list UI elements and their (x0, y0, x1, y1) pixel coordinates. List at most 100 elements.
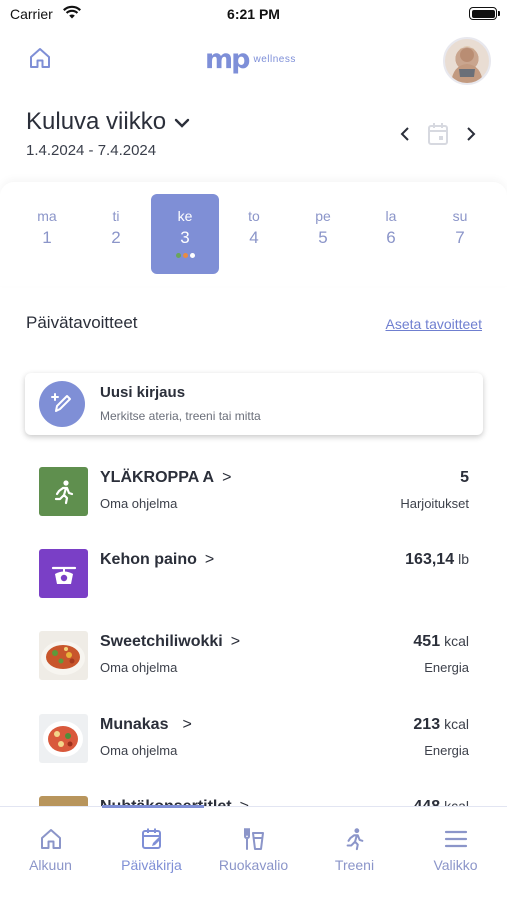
day-saturday[interactable]: la 6 (357, 194, 425, 274)
day-wednesday[interactable]: ke 3 (151, 194, 219, 274)
entry-value: 163,14 lb (405, 551, 469, 569)
entry-name: Munakas > (100, 716, 192, 734)
run-icon (39, 467, 88, 516)
battery-icon (469, 7, 500, 20)
entry-row-meal[interactable]: Sweetchiliwokki > Oma ohjelma 451 kcal Ene… (0, 631, 507, 691)
week-selector: Kuluva viikko 1.4.2024 - 7.4.2024 (26, 108, 190, 159)
diary-icon (141, 828, 161, 849)
day-number: 5 (318, 228, 328, 247)
active-tab-indicator (102, 805, 204, 808)
entry-value-label: Energia (424, 660, 469, 675)
clock: 6:21 PM (227, 6, 280, 22)
chevron-right-icon: > (240, 798, 249, 806)
new-entry-title: Uusi kirjaus (100, 384, 186, 401)
chevron-right-icon (467, 127, 476, 141)
entry-name: Sweetchiliwokki > (100, 633, 240, 651)
entry-name-text: YLÄKROPPA A (100, 469, 215, 486)
entry-value-number: 213 (413, 716, 441, 733)
day-number: 2 (111, 228, 121, 247)
day-friday[interactable]: pe 5 (289, 194, 357, 274)
previous-week-button[interactable] (395, 122, 415, 146)
tab-menu[interactable]: Valikko (405, 825, 506, 873)
entry-value-unit: kcal (444, 716, 469, 732)
tab-home[interactable]: Alkuun (0, 825, 101, 873)
entry-value-number: 5 (460, 469, 469, 486)
day-name: la (385, 208, 397, 224)
avatar[interactable] (443, 37, 491, 85)
scale-icon (39, 549, 88, 598)
entry-name-text: Munakas (100, 716, 169, 733)
daily-goals-title: Päivätavoitteet (26, 313, 138, 332)
next-week-button[interactable] (461, 122, 481, 146)
new-entry-icon-circle (39, 381, 85, 427)
menu-icon (444, 830, 467, 848)
entry-subtitle: Oma ohjelma (100, 743, 178, 758)
entry-value-label: Energia (424, 743, 469, 758)
entry-value-number: 163,14 (405, 551, 455, 568)
day-thursday[interactable]: to 4 (220, 194, 288, 274)
day-number: 7 (455, 228, 465, 247)
week-title: Kuluva viikko (26, 108, 167, 135)
entry-value-unit: kcal (444, 633, 469, 649)
day-activity-dots (151, 253, 219, 258)
cutlery-icon (243, 828, 264, 850)
dot-green (175, 253, 181, 258)
entry-value-label: Harjoitukset (400, 496, 469, 511)
avatar-image (451, 46, 483, 83)
entry-name-text: Kehon paino (100, 551, 197, 568)
tab-label: Treeni (334, 857, 375, 873)
entry-subtitle: Oma ohjelma (100, 660, 178, 675)
food-photo (39, 714, 88, 763)
entry-value: 5 (460, 469, 469, 487)
chevron-down-icon (174, 118, 190, 128)
entry-row-weight[interactable]: Kehon paino > 163,14 lb (0, 549, 507, 609)
entry-row-meal-partial[interactable]: Nubtäkonsertitlet> 448kcal (0, 796, 507, 806)
new-entry-card[interactable]: Uusi kirjaus Merkitse ateria, treeni tai… (25, 373, 483, 435)
logo-subtext: wellness (253, 53, 296, 65)
week-navigation (395, 122, 481, 146)
tab-bar: Alkuun Päiväkirja Ruokavalio Treeni Vali… (0, 806, 507, 900)
entry-name: YLÄKROPPA A > (100, 469, 231, 487)
entry-row-meal[interactable]: Munakas > Oma ohjelma 213 kcal Energia (0, 714, 507, 774)
app-header: mp wellness (0, 28, 507, 90)
entry-value: 448 kcal (413, 798, 469, 806)
day-strip: ma 1 ti 2 ke 3 to 4 pe 5 la 6 su 7 (0, 182, 507, 286)
entry-value-number: 448 (413, 798, 440, 806)
day-number: 4 (249, 228, 259, 247)
new-entry-subtitle: Merkitse ateria, treeni tai mitta (100, 409, 261, 423)
tab-label: Ruokavalio (218, 857, 289, 873)
entry-row-workout[interactable]: YLÄKROPPA A > Oma ohjelma 5 Harjoitukset (0, 467, 507, 527)
run-icon (346, 828, 363, 851)
day-name: pe (315, 208, 331, 224)
chevron-right-icon: > (222, 469, 232, 486)
entry-subtitle: Oma ohjelma (100, 496, 178, 511)
tab-diary[interactable]: Päiväkirja (101, 825, 202, 873)
entry-name: Kehon paino > (100, 551, 214, 569)
day-name: to (248, 208, 260, 224)
calendar-icon[interactable] (427, 122, 449, 146)
chevron-left-icon (400, 127, 409, 141)
edit-plus-icon (51, 393, 71, 412)
tab-label: Valikko (433, 857, 478, 873)
week-dropdown[interactable]: Kuluva viikko (26, 108, 190, 136)
home-icon[interactable] (28, 46, 52, 70)
day-name: su (452, 208, 468, 224)
tab-diet[interactable]: Ruokavalio (203, 825, 304, 873)
day-tuesday[interactable]: ti 2 (82, 194, 150, 274)
day-name: ti (112, 208, 120, 224)
day-sunday[interactable]: su 7 (426, 194, 494, 274)
day-name: ke (177, 208, 193, 224)
entry-value-unit: kcal (444, 798, 469, 806)
week-range: 1.4.2024 - 7.4.2024 (26, 142, 157, 159)
set-goals-link[interactable]: Aseta tavoitteet (385, 316, 482, 332)
day-monday[interactable]: ma 1 (13, 194, 81, 274)
chevron-right-icon: > (230, 633, 241, 650)
food-photo (39, 631, 88, 680)
app-logo: mp wellness (205, 44, 296, 75)
tab-label: Päiväkirja (121, 857, 182, 873)
tab-workout[interactable]: Treeni (304, 825, 405, 873)
home-icon (40, 829, 61, 849)
entry-name-text: Sweetchiliwokki (100, 633, 223, 650)
food-photo (39, 796, 88, 806)
day-number: 1 (42, 228, 52, 247)
